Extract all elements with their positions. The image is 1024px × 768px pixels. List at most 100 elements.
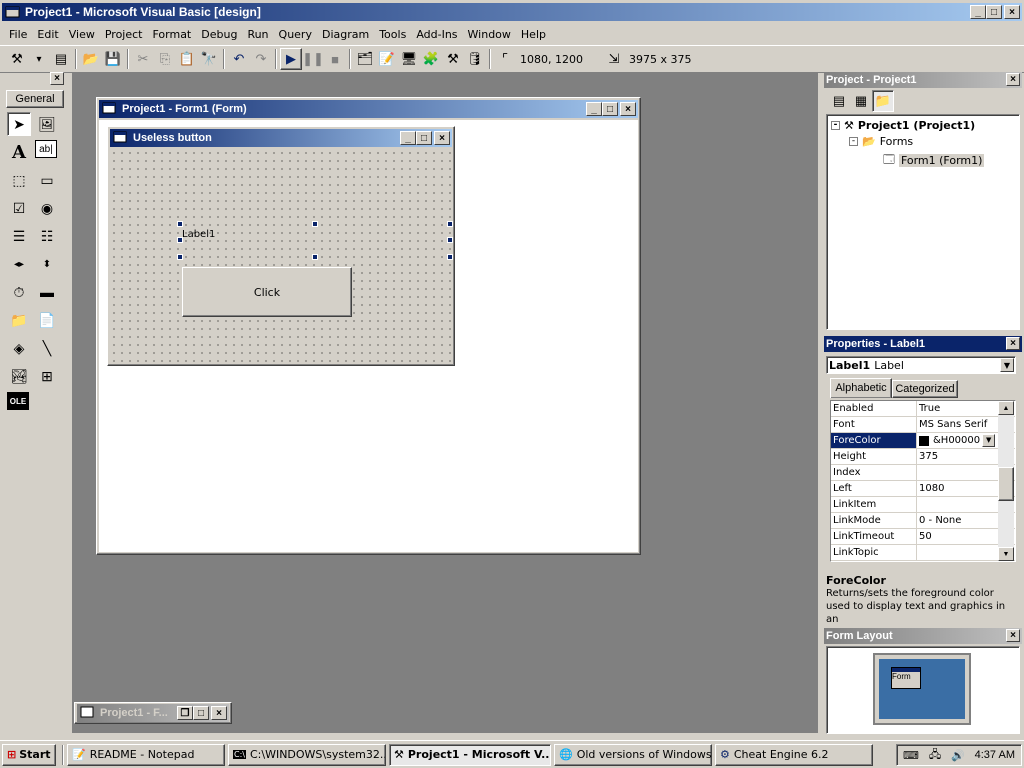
- property-row[interactable]: Index: [831, 465, 1015, 481]
- clock[interactable]: 4:37 AM: [975, 749, 1015, 761]
- form-thumbnail[interactable]: Form: [891, 667, 921, 689]
- filelistbox-tool-icon[interactable]: 📄: [35, 308, 59, 332]
- chevron-down-icon[interactable]: ▼: [1000, 358, 1014, 372]
- toolbox-close-icon[interactable]: ×: [50, 72, 64, 85]
- form1-titlebar[interactable]: Useless button _ □ ×: [110, 129, 452, 147]
- form1-client-grid[interactable]: Label1 Click: [110, 149, 453, 363]
- dirlistbox-tool-icon[interactable]: 📁: [7, 308, 31, 332]
- menu-debug[interactable]: Debug: [196, 28, 242, 41]
- data-view-icon[interactable]: 🛢: [464, 48, 486, 70]
- redo-icon[interactable]: ↷: [250, 48, 272, 70]
- menu-editor-icon[interactable]: ▤: [50, 48, 72, 70]
- find-icon[interactable]: 🔭: [198, 48, 220, 70]
- command1-button[interactable]: Click: [182, 267, 352, 317]
- minimized-titlebar[interactable]: Project1 - F... ❐ □ ×: [77, 704, 229, 722]
- menu-edit[interactable]: Edit: [32, 28, 63, 41]
- vb-app-icon[interactable]: [5, 5, 21, 19]
- menu-help[interactable]: Help: [516, 28, 551, 41]
- undo-icon[interactable]: ↶: [228, 48, 250, 70]
- properties-panel-titlebar[interactable]: Properties - Label1 ×: [824, 336, 1022, 352]
- menu-project[interactable]: Project: [100, 28, 148, 41]
- scroll-up-icon[interactable]: ▲: [998, 401, 1014, 415]
- property-row[interactable]: LinkTopic: [831, 545, 1015, 561]
- restore-button[interactable]: ❐: [177, 706, 193, 720]
- project-tree[interactable]: - ⚒ Project1 (Project1) - 📂 Forms 🗔 Form…: [826, 114, 1020, 330]
- cut-icon[interactable]: ✂: [132, 48, 154, 70]
- main-titlebar[interactable]: Project1 - Microsoft Visual Basic [desig…: [2, 3, 1022, 21]
- start-run-icon[interactable]: ▶: [280, 48, 302, 70]
- vscrollbar-tool-icon[interactable]: ⬍: [35, 252, 59, 276]
- task-cheatengine[interactable]: ⚙ Cheat Engine 6.2: [715, 743, 873, 766]
- view-code-icon[interactable]: ▤: [828, 90, 850, 112]
- close-button[interactable]: ×: [1006, 629, 1020, 642]
- property-row[interactable]: Height 375: [831, 449, 1015, 465]
- maximize-button[interactable]: □: [602, 102, 618, 116]
- paste-icon[interactable]: 📋: [176, 48, 198, 70]
- close-button[interactable]: ×: [434, 131, 450, 145]
- minimize-button[interactable]: _: [400, 131, 416, 145]
- selection-handle[interactable]: [177, 254, 183, 260]
- collapse-icon[interactable]: -: [831, 121, 840, 130]
- shape-tool-icon[interactable]: ◈: [7, 336, 31, 360]
- menu-run[interactable]: Run: [242, 28, 273, 41]
- menu-tools[interactable]: Tools: [374, 28, 411, 41]
- toggle-folders-icon[interactable]: 📁: [872, 90, 894, 112]
- close-button[interactable]: ×: [1004, 5, 1020, 19]
- start-button[interactable]: ⊞ Start: [2, 743, 56, 766]
- object-selector[interactable]: Label1 Label ▼: [826, 356, 1016, 374]
- menu-window[interactable]: Window: [463, 28, 516, 41]
- menu-query[interactable]: Query: [274, 28, 317, 41]
- chevron-down-icon[interactable]: ▼: [982, 434, 996, 447]
- property-grid-scrollbar[interactable]: ▲ ▼: [998, 401, 1014, 561]
- task-browser[interactable]: 🌐 Old versions of Windows...: [554, 743, 712, 766]
- close-button[interactable]: ×: [620, 102, 636, 116]
- close-button[interactable]: ×: [1006, 73, 1020, 86]
- tree-root[interactable]: - ⚒ Project1 (Project1): [831, 119, 975, 132]
- picturebox-tool-icon[interactable]: 🖼: [35, 112, 59, 136]
- close-button[interactable]: ×: [211, 706, 227, 720]
- tree-item[interactable]: 🗔 Form1 (Form1): [883, 151, 985, 170]
- property-row[interactable]: ForeColor &H00000 ▼: [831, 433, 1015, 449]
- selection-handle[interactable]: [312, 254, 318, 260]
- minimized-code-window[interactable]: Project1 - F... ❐ □ ×: [74, 702, 232, 724]
- break-icon[interactable]: ❚❚: [302, 48, 324, 70]
- collapse-icon[interactable]: -: [849, 137, 858, 146]
- form-layout-icon[interactable]: 🖥: [398, 48, 420, 70]
- menu-file[interactable]: File: [4, 28, 32, 41]
- object-browser-icon[interactable]: 🧩: [420, 48, 442, 70]
- data-tool-icon[interactable]: ⊞: [35, 364, 59, 388]
- minimize-button[interactable]: _: [970, 5, 986, 19]
- view-object-icon[interactable]: ▦: [850, 90, 872, 112]
- property-row[interactable]: LinkItem: [831, 497, 1015, 513]
- property-row[interactable]: Enabled True: [831, 401, 1015, 417]
- listbox-tool-icon[interactable]: ☷: [35, 224, 59, 248]
- drivelistbox-tool-icon[interactable]: ▬: [35, 280, 59, 304]
- scroll-down-icon[interactable]: ▼: [998, 547, 1014, 561]
- selection-handle[interactable]: [447, 237, 453, 243]
- open-icon[interactable]: 📂: [80, 48, 102, 70]
- frame-tool-icon[interactable]: ⬚: [7, 168, 31, 192]
- end-icon[interactable]: ■: [324, 48, 346, 70]
- ole-tool-icon[interactable]: OLE: [7, 392, 29, 410]
- form-designer-titlebar[interactable]: Project1 - Form1 (Form) _ □ ×: [99, 100, 638, 118]
- maximize-button[interactable]: □: [416, 131, 432, 145]
- toolbox-tab-general[interactable]: General: [6, 90, 64, 108]
- menu-diagram[interactable]: Diagram: [317, 28, 374, 41]
- scroll-thumb[interactable]: [998, 467, 1014, 501]
- line-tool-icon[interactable]: ╲: [35, 336, 59, 360]
- textbox-tool-icon[interactable]: ab|: [35, 140, 57, 158]
- label-tool-icon[interactable]: A: [7, 140, 31, 164]
- property-row[interactable]: LinkMode 0 - None: [831, 513, 1015, 529]
- tab-alphabetic[interactable]: Alphabetic: [830, 378, 892, 398]
- selection-handle[interactable]: [177, 237, 183, 243]
- keyboard-icon[interactable]: ⌨: [903, 749, 919, 762]
- property-row[interactable]: Font MS Sans Serif: [831, 417, 1015, 433]
- optionbutton-tool-icon[interactable]: ◉: [35, 196, 59, 220]
- toolbox-icon[interactable]: ⚒: [442, 48, 464, 70]
- tab-categorized[interactable]: Categorized: [892, 380, 958, 398]
- selection-handle[interactable]: [447, 254, 453, 260]
- combobox-tool-icon[interactable]: ☰: [7, 224, 31, 248]
- copy-icon[interactable]: ⎘: [154, 48, 176, 70]
- property-row[interactable]: Left 1080: [831, 481, 1015, 497]
- pointer-tool-icon[interactable]: ➤: [7, 112, 31, 136]
